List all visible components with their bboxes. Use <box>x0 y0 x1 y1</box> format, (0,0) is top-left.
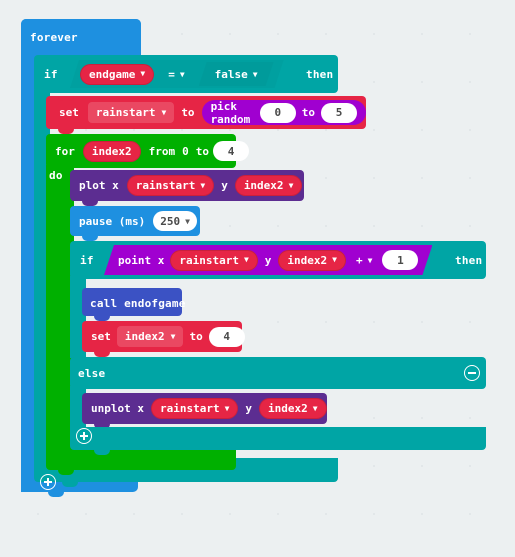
for-label: for <box>55 144 75 158</box>
minus-circle-icon[interactable] <box>464 365 480 381</box>
boolean-false-block[interactable]: false ▼ <box>199 62 274 86</box>
set-rainstart-variable-select[interactable]: rainstart ▼ <box>87 102 175 123</box>
plot-x-variable[interactable]: rainstart ▼ <box>126 175 215 196</box>
point-label: point x <box>118 253 165 267</box>
forever-label: forever <box>30 31 78 44</box>
for-loop-footer-notch <box>58 470 74 475</box>
set-index2-to-label: to <box>189 330 203 343</box>
outer-then-label: then <box>306 68 334 81</box>
for-loop-row: for index2 from 0 to 4 <box>46 134 249 168</box>
plot-row: plot x rainstart ▼ y index2 ▼ <box>70 170 304 201</box>
pick-random-block[interactable]: pick random 0 to 5 <box>201 99 366 126</box>
chevron-down-icon: ▼ <box>140 69 146 78</box>
chevron-down-icon: ▼ <box>224 403 230 413</box>
outer-if-expand-icon[interactable] <box>40 474 56 490</box>
chevron-down-icon: ▼ <box>288 180 294 190</box>
plot-y-variable[interactable]: index2 ▼ <box>234 175 303 196</box>
unplot-y-variable[interactable]: index2 ▼ <box>259 398 327 419</box>
pause-row: pause (ms) 250 ▼ <box>70 206 200 236</box>
forever-footer-notch <box>48 492 64 497</box>
point-hex: point x rainstart ▼ y index2 ▼ + ▼ 1 <box>104 245 432 275</box>
pick-random-to-label: to <box>301 106 315 119</box>
inner-if-label: if <box>80 254 94 267</box>
set-index2-label: set <box>91 330 111 343</box>
set-rainstart-row: set rainstart ▼ to pick random 0 to 5 <box>46 96 366 129</box>
point-y-label: y <box>264 253 272 267</box>
plot-label: plot x <box>79 179 119 192</box>
inner-then-label: then <box>455 254 483 267</box>
pause-label: pause (ms) <box>79 214 146 228</box>
for-do-label: do <box>49 169 63 182</box>
pick-random-label: pick random <box>210 99 251 126</box>
operator-select[interactable]: = ▼ <box>164 64 188 85</box>
chevron-down-icon: ▼ <box>161 108 167 117</box>
for-loop-footer <box>46 448 236 470</box>
unplot-label: unplot x <box>91 402 144 415</box>
point-x-variable[interactable]: rainstart ▼ <box>170 250 257 271</box>
outer-if-label: if <box>44 68 58 81</box>
for-from-value[interactable]: 0 <box>179 145 192 158</box>
set-to-label: to <box>181 106 195 119</box>
arithmetic-operand-input[interactable]: 1 <box>382 250 418 270</box>
call-endofgame-label: call endofgame <box>90 297 186 310</box>
pick-random-from-input[interactable]: 0 <box>259 102 296 123</box>
chevron-down-icon: ▼ <box>185 216 190 226</box>
unplot-row: unplot x rainstart ▼ y index2 ▼ <box>82 393 327 424</box>
unplot-y-label: y <box>245 402 253 415</box>
for-index-variable[interactable]: index2 <box>82 140 141 162</box>
chevron-down-icon: ▼ <box>243 255 249 264</box>
pick-random-to-input[interactable]: 5 <box>321 102 357 123</box>
inner-if-top-notch <box>82 241 98 246</box>
for-from-label: from <box>148 144 176 158</box>
chevron-down-icon: ▼ <box>312 403 318 413</box>
outer-if-footer-notch <box>62 482 78 487</box>
for-to-label: to <box>195 144 209 158</box>
inner-if-expand-icon[interactable] <box>76 428 92 444</box>
comparison-block[interactable]: endgame ▼ = ▼ false ▼ <box>70 60 284 88</box>
else-label: else <box>78 367 106 380</box>
variable-endgame[interactable]: endgame ▼ <box>80 64 154 85</box>
chevron-down-icon: ▼ <box>252 69 258 79</box>
for-to-input[interactable]: 4 <box>213 141 249 161</box>
set-index2-value-input[interactable]: 4 <box>208 326 245 347</box>
set-label: set <box>59 106 79 119</box>
plot-y-label: y <box>221 179 228 192</box>
arithmetic-operator-select[interactable]: + ▼ <box>352 250 376 271</box>
blocks-workspace[interactable]: forever if endgame ▼ = ▼ false ▼ then se… <box>0 0 515 557</box>
unplot-x-variable[interactable]: rainstart ▼ <box>150 398 239 419</box>
call-top-notch <box>94 288 110 293</box>
inner-if-footer-notch <box>94 450 110 455</box>
chevron-down-icon: ▼ <box>200 180 206 190</box>
outer-if-top-notch <box>46 55 62 60</box>
else-bar[interactable] <box>70 357 486 389</box>
chevron-down-icon: ▼ <box>179 69 185 79</box>
chevron-down-icon: ▼ <box>170 332 176 341</box>
set-index2-variable-select[interactable]: index2 ▼ <box>116 326 184 347</box>
comparison-hex: endgame ▼ = ▼ false ▼ <box>70 60 284 88</box>
point-condition-block[interactable]: point x rainstart ▼ y index2 ▼ + ▼ 1 <box>104 245 432 275</box>
set-index2-row: set index2 ▼ to 4 <box>82 321 245 352</box>
chevron-down-icon: ▼ <box>367 255 373 265</box>
pause-duration-select[interactable]: 250 ▼ <box>153 211 197 231</box>
point-y-variable[interactable]: index2 ▼ <box>278 250 346 271</box>
boolean-value-select[interactable]: false ▼ <box>211 64 262 85</box>
inner-if-footer <box>70 427 486 450</box>
chevron-down-icon: ▼ <box>332 255 337 264</box>
